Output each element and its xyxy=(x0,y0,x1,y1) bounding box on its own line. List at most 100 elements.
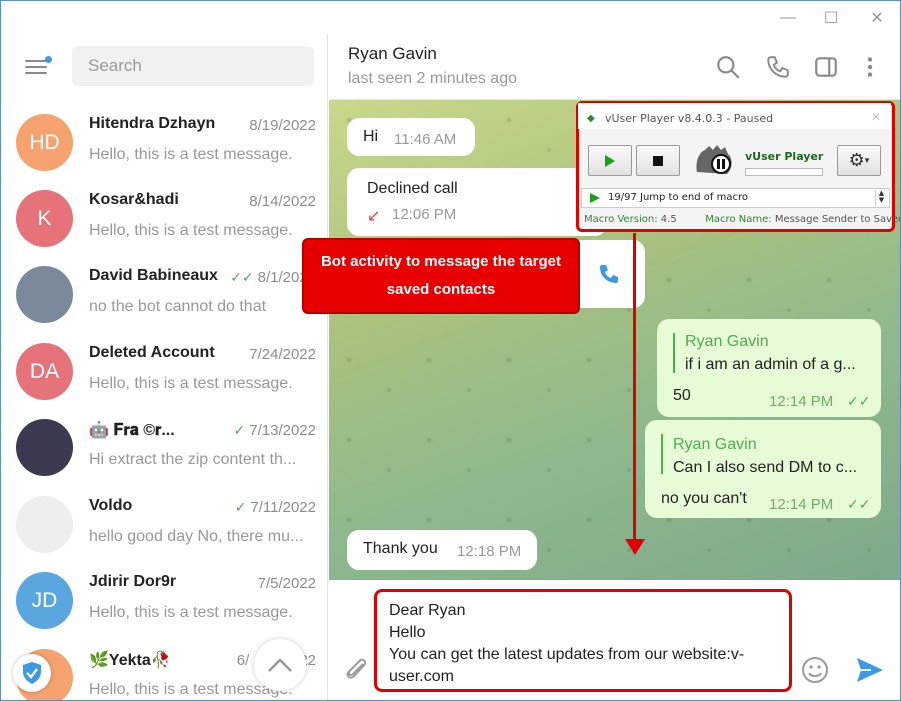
chat-date: 8/19/2022 xyxy=(245,117,316,134)
message-time: 11:46 AM xyxy=(394,131,457,148)
vuser-logo-icon: ◆ xyxy=(587,113,595,124)
chat-list-item[interactable]: K Kosar&hadi 8/14/2022 Hello, this is a tes… xyxy=(1,182,327,258)
chevron-down-icon: ▾ xyxy=(864,155,870,165)
security-shield-icon[interactable] xyxy=(13,654,51,692)
message-time: 12:14 PM xyxy=(769,496,834,513)
read-receipt-icon: ✓✓ xyxy=(847,393,871,409)
macro-name-value: Message Sender to Saved C xyxy=(774,214,901,225)
chat-preview: no the bot cannot do that xyxy=(89,298,267,315)
outgoing-message-bubble[interactable]: Ryan Gavin if i am an admin of a g... 50… xyxy=(657,319,881,417)
chat-preview: hello good day No, there mu... xyxy=(89,528,304,545)
maximize-button[interactable]: ☐ xyxy=(813,5,849,31)
vuser-close-icon[interactable]: ✕ xyxy=(871,110,881,124)
message-time: 12:14 PM xyxy=(769,393,834,410)
chat-name: Jdirir Dor9r xyxy=(89,573,177,590)
stop-icon xyxy=(653,156,663,166)
call-message-bubble[interactable]: Declined call ↙ 12:06 PM xyxy=(347,168,607,236)
phone-icon[interactable] xyxy=(765,54,791,80)
macro-step-text: 19/97 Jump to end of macro xyxy=(608,192,748,203)
reply-sender: Ryan Gavin xyxy=(685,333,769,350)
chat-date-text: 8/14/2022 xyxy=(249,193,316,210)
chat-date: 7/24/2022 xyxy=(245,346,316,363)
more-options-icon[interactable] xyxy=(857,54,883,80)
chat-name: 🌿Yekta🥀 xyxy=(89,652,171,669)
message-composer: Dear Ryan Hello You can get the latest u… xyxy=(329,580,900,700)
chat-date: ✓ 7/11/2022 xyxy=(230,499,316,516)
avatar: DA xyxy=(16,343,73,400)
chat-name: David Babineaux xyxy=(89,267,218,284)
phone-call-icon[interactable] xyxy=(597,262,621,286)
hamburger-menu-icon[interactable] xyxy=(23,54,53,80)
reply-sender: Ryan Gavin xyxy=(673,436,757,453)
chat-list-item[interactable]: Voldo ✓ 7/11/2022 hello good day No, there … xyxy=(1,488,327,564)
read-check-icon: ✓ xyxy=(233,422,246,438)
close-button[interactable]: ✕ xyxy=(859,5,895,31)
read-receipt-icon: ✓✓ xyxy=(847,496,871,512)
gear-icon: ⚙ xyxy=(848,150,865,170)
chat-list-sidebar: HD Hitendra Dzhayn 8/19/2022 Hello, this is… xyxy=(1,34,328,700)
reply-quote: if i am an admin of a g... xyxy=(685,356,856,373)
read-check-icon: ✓✓ xyxy=(230,269,254,285)
emoji-icon[interactable] xyxy=(801,656,829,684)
read-check-icon: ✓ xyxy=(234,499,247,515)
chat-list-item[interactable]: 🤖 𝐅𝐫𝐚 ©𝐫... ✓ 7/13/2022 Hi extract the zip … xyxy=(1,411,327,487)
chat-date-text: 7/13/2022 xyxy=(249,422,316,439)
step-spinner[interactable]: ▲ ▼ xyxy=(875,190,887,206)
chat-preview: Hello, this is a test message. xyxy=(89,146,293,163)
stop-button[interactable] xyxy=(636,145,680,176)
chat-date: 7/5/2022 xyxy=(253,575,316,592)
avatar xyxy=(16,266,73,323)
chat-date: ✓ 7/13/2022 xyxy=(229,422,316,439)
chat-list-item[interactable]: HD Hitendra Dzhayn 8/19/2022 Hello, this is… xyxy=(1,106,327,182)
message-bubble[interactable]: Thank you 12:18 PM xyxy=(347,530,537,570)
chat-name: Deleted Account xyxy=(89,344,215,361)
reply-quote: Can I also send DM to c... xyxy=(673,459,858,476)
title-bar: — ☐ ✕ xyxy=(1,1,900,34)
vuser-player-label: vUser Player xyxy=(745,150,824,163)
message-input-line: Dear Ryan xyxy=(389,602,466,619)
chat-preview: Hello, this is a test message. xyxy=(89,222,293,239)
vuser-progress-bar xyxy=(745,168,823,176)
attach-paperclip-icon[interactable] xyxy=(344,656,370,684)
chat-list-item[interactable]: David Babineaux ✓✓ 8/1/2022 no the bot cann… xyxy=(1,258,327,334)
bot-activity-callout: Bot activity to message the target saved… xyxy=(302,238,580,314)
message-input[interactable]: Dear Ryan Hello You can get the latest u… xyxy=(374,589,792,692)
message-input-line: You can get the latest updates from our … xyxy=(389,646,745,663)
reply-bar xyxy=(661,434,663,474)
avatar: JD xyxy=(16,572,73,629)
sidebar-toggle-icon[interactable] xyxy=(813,54,839,80)
minimize-button[interactable]: — xyxy=(770,5,806,31)
macro-step-indicator: 19/97 Jump to end of macro ▲ ▼ xyxy=(581,188,890,208)
callout-arrow-head xyxy=(625,539,645,555)
chat-name: Hitendra Dzhayn xyxy=(89,115,216,132)
chat-preview: Hi extract the zip content th... xyxy=(89,451,297,468)
contact-name[interactable]: Ryan Gavin xyxy=(348,44,437,64)
declined-call-arrow-icon: ↙ xyxy=(367,208,381,225)
chat-header: Ryan Gavin last seen 2 minutes ago xyxy=(329,34,900,100)
settings-gear-button[interactable]: ⚙ ▾ xyxy=(837,145,881,176)
chevron-up-icon xyxy=(268,658,292,672)
vuser-player-window: vUser Player v8.4.0.3 - Paused ◆ ✕ vUser… xyxy=(576,101,900,232)
outgoing-message-bubble[interactable]: Ryan Gavin Can I also send DM to c... no… xyxy=(645,420,881,518)
search-input[interactable] xyxy=(72,46,314,86)
avatar xyxy=(16,496,73,553)
message-bubble[interactable]: Hi 11:46 AM xyxy=(347,118,475,156)
chat-preview: Hello, this is a test message. xyxy=(89,604,293,621)
reply-bar xyxy=(673,333,675,373)
play-icon xyxy=(605,155,615,167)
macro-version-value: 4.5 xyxy=(660,214,677,225)
chat-list-item[interactable]: DA Deleted Account 7/24/2022 Hello, this is… xyxy=(1,335,327,411)
message-input-line: Hello xyxy=(389,624,426,641)
message-text: 50 xyxy=(673,387,691,404)
macro-version-label: Macro Version: xyxy=(584,214,658,225)
scroll-to-top-button[interactable] xyxy=(254,639,306,691)
play-button[interactable] xyxy=(588,145,632,176)
vuser-title: vUser Player v8.4.0.3 - Paused xyxy=(605,112,774,125)
send-icon[interactable] xyxy=(855,656,885,684)
chat-list-item[interactable]: JD Jdirir Dor9r 7/5/2022 Hello, this is a t… xyxy=(1,564,327,640)
step-play-icon xyxy=(590,193,600,203)
avatar xyxy=(16,419,73,476)
telegram-window: — ☐ ✕ HD Hitendra Dzhayn 8/19/2022 Hello, t… xyxy=(0,0,901,701)
search-icon[interactable] xyxy=(715,54,741,80)
callout-text: Bot activity to message the target saved… xyxy=(320,253,562,298)
